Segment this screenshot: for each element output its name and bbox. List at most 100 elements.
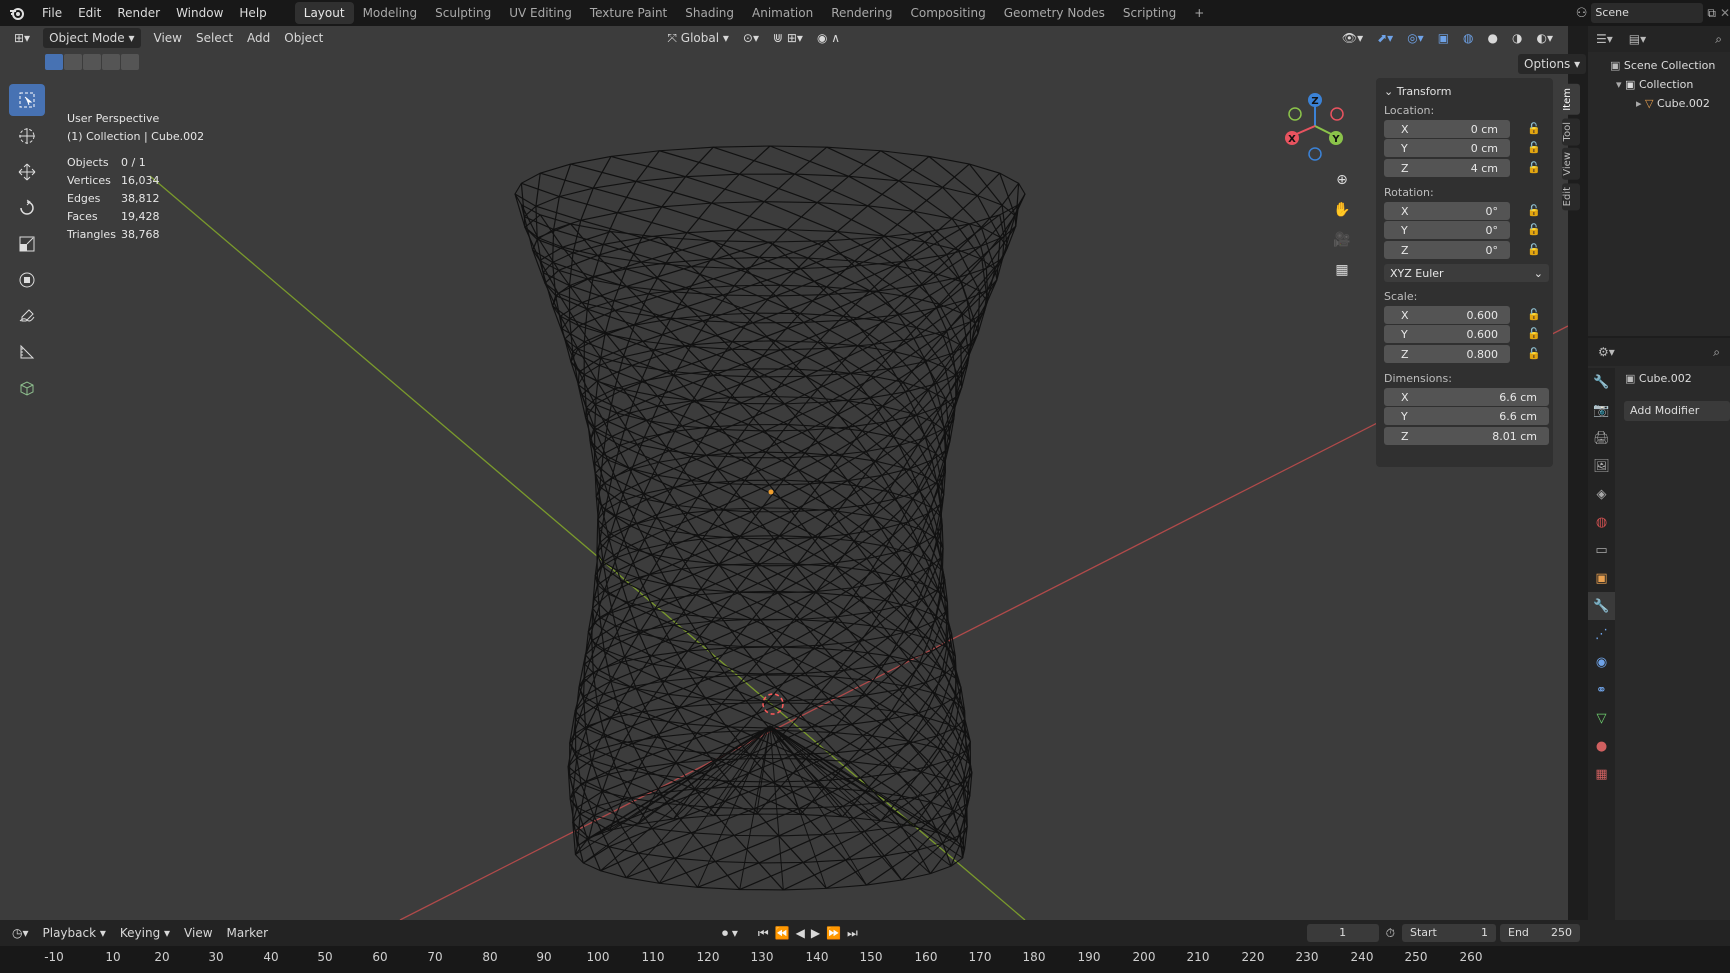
camera-view-icon[interactable]: 🎥	[1330, 228, 1354, 252]
rotation-x-field[interactable]: X 0°	[1384, 202, 1510, 220]
particles-icon[interactable]: ⋰	[1588, 620, 1615, 648]
object-mode-dropdown[interactable]: Object Mode ▾	[43, 28, 141, 48]
frame-ruler[interactable]: -10 10 20 30 40 50 60 70 80 90 100 110 120 130 140 150 1…	[0, 950, 1730, 970]
scene-name-field[interactable]: Scene	[1591, 3, 1704, 23]
scene-properties-icon[interactable]: ◈	[1588, 480, 1615, 508]
jump-end-icon[interactable]: ⏭	[844, 922, 861, 944]
dimensions-x-field[interactable]: X 6.6 cm	[1384, 388, 1549, 406]
select-subtract-icon[interactable]	[83, 54, 101, 70]
cursor-tool-icon[interactable]	[9, 120, 45, 152]
rotation-mode-dropdown[interactable]: XYZ Euler ⌄	[1384, 264, 1549, 282]
ortho-grid-icon[interactable]: ▦	[1330, 258, 1354, 282]
shading-wireframe-icon[interactable]: ◍	[1456, 27, 1480, 49]
tab-texture-paint[interactable]: Texture Paint	[581, 2, 676, 24]
delete-scene-icon[interactable]: ✕	[1720, 6, 1730, 20]
location-z-field[interactable]: Z 4 cm	[1384, 159, 1510, 177]
location-x-field[interactable]: X 0 cm	[1384, 120, 1510, 138]
object-properties-icon[interactable]: ▣	[1588, 564, 1615, 592]
options-dropdown[interactable]: Options ▾	[1518, 54, 1587, 74]
select-invert-icon[interactable]	[102, 54, 120, 70]
tab-compositing[interactable]: Compositing	[901, 2, 994, 24]
visibility-icon[interactable]: 👁▾	[1335, 27, 1370, 49]
lock-icon[interactable]: 🔓	[1527, 243, 1541, 256]
lock-icon[interactable]: 🔓	[1527, 347, 1541, 360]
overlays-icon[interactable]: ◎▾	[1400, 27, 1431, 49]
measure-tool-icon[interactable]	[9, 336, 45, 368]
material-properties-icon[interactable]: ●	[1588, 732, 1615, 760]
search-icon[interactable]: ⌕	[1715, 32, 1722, 47]
editor-type-icon[interactable]: ⊞▾	[0, 27, 37, 49]
lock-icon[interactable]: 🔓	[1527, 327, 1541, 340]
tab-uv-editing[interactable]: UV Editing	[500, 2, 581, 24]
add-modifier-button[interactable]: Add Modifier	[1624, 401, 1730, 421]
tab-geometry-nodes[interactable]: Geometry Nodes	[995, 2, 1114, 24]
tab-modeling[interactable]: Modeling	[354, 2, 427, 24]
move-tool-icon[interactable]	[9, 156, 45, 188]
lock-icon[interactable]: 🔓	[1527, 204, 1541, 217]
gizmo-toggle-icon[interactable]: ⬈▾	[1370, 27, 1400, 49]
properties-editor-icon[interactable]: ⚙▾	[1598, 345, 1615, 359]
output-properties-icon[interactable]: 🖨	[1588, 424, 1615, 452]
3d-viewport[interactable]: ⊞▾ Object Mode ▾ View Select Add Object …	[0, 26, 1587, 920]
outliner-editor-icon[interactable]: ☰▾	[1596, 32, 1613, 46]
proportional-edit-icon[interactable]: ◉ ∧	[810, 27, 847, 49]
view-layer-icon[interactable]: 🖼	[1588, 452, 1615, 480]
end-frame-field[interactable]: End 250	[1500, 924, 1580, 942]
record-icon[interactable]: ⏺ ▾	[715, 922, 745, 944]
collection-properties-icon[interactable]: ▭	[1588, 536, 1615, 564]
constraints-icon[interactable]: ⚭	[1588, 676, 1615, 704]
shading-material-icon[interactable]: ◑	[1505, 27, 1529, 49]
expand-icon[interactable]: ▸	[1636, 97, 1642, 110]
dimensions-y-field[interactable]: Y 6.6 cm	[1384, 407, 1549, 425]
menu-playback[interactable]: Playback ▾	[36, 922, 113, 944]
tab-rendering[interactable]: Rendering	[822, 2, 901, 24]
rotation-z-field[interactable]: Z 0°	[1384, 241, 1510, 259]
shading-rendered-icon[interactable]: ◐▾	[1530, 27, 1561, 49]
pan-hand-icon[interactable]: ✋	[1330, 198, 1354, 222]
outliner-scene-collection[interactable]: ▣ Scene Collection	[1610, 56, 1730, 75]
jump-keyframe-forward-icon[interactable]: ⏩	[823, 922, 844, 944]
start-frame-field[interactable]: Start 1	[1402, 924, 1496, 942]
world-properties-icon[interactable]: ◍	[1588, 508, 1615, 536]
scale-x-field[interactable]: X 0.600	[1384, 306, 1510, 324]
tool-properties-icon[interactable]: 🔧	[1588, 368, 1615, 396]
outliner-collection[interactable]: ▾ ▣ Collection	[1610, 75, 1730, 94]
jump-start-icon[interactable]: ⏮	[755, 922, 772, 944]
scale-tool-icon[interactable]	[9, 228, 45, 260]
scene-selector-icon[interactable]: ⚇	[1576, 6, 1588, 21]
select-box-tool-icon[interactable]	[9, 84, 45, 116]
outliner-object[interactable]: ▸ ▽ Cube.002	[1610, 94, 1730, 113]
add-cube-tool-icon[interactable]	[9, 372, 45, 404]
menu-add[interactable]: Add	[240, 27, 277, 49]
display-mode-icon[interactable]: ▤▾	[1629, 32, 1646, 46]
play-icon[interactable]: ▶	[808, 922, 823, 944]
current-frame-field[interactable]: 1	[1306, 924, 1379, 942]
snap-icon[interactable]: ⋓ ⊞▾	[766, 27, 810, 49]
tab-item[interactable]: Item	[1562, 84, 1580, 115]
shading-solid-icon[interactable]: ●	[1481, 27, 1505, 49]
menu-edit[interactable]: Edit	[70, 0, 109, 26]
texture-properties-icon[interactable]: ▦	[1588, 760, 1615, 788]
zoom-icon[interactable]: ⊕	[1330, 168, 1354, 192]
stopwatch-icon[interactable]: ⏱	[1379, 922, 1402, 944]
dimensions-z-field[interactable]: Z 8.01 cm	[1384, 427, 1549, 445]
transform-header[interactable]: ⌄ Transform	[1384, 85, 1451, 98]
search-icon[interactable]: ⌕	[1713, 345, 1720, 360]
data-properties-icon[interactable]: ▽	[1588, 704, 1615, 732]
physics-icon[interactable]: ◉	[1588, 648, 1615, 676]
tab-scripting[interactable]: Scripting	[1114, 2, 1185, 24]
menu-object[interactable]: Object	[277, 27, 330, 49]
lock-icon[interactable]: 🔓	[1527, 141, 1541, 154]
rotation-y-field[interactable]: Y 0°	[1384, 221, 1510, 239]
tab-layout[interactable]: Layout	[294, 2, 354, 24]
pivot-point-icon[interactable]: ⊙▾	[736, 27, 766, 49]
menu-keying[interactable]: Keying ▾	[113, 922, 177, 944]
scale-z-field[interactable]: Z 0.800	[1384, 345, 1510, 363]
tab-sculpting[interactable]: Sculpting	[426, 2, 500, 24]
menu-render[interactable]: Render	[109, 0, 168, 26]
select-intersect-icon[interactable]	[121, 54, 139, 70]
menu-view[interactable]: View	[177, 922, 219, 944]
menu-marker[interactable]: Marker	[220, 922, 275, 944]
modifier-properties-icon[interactable]: 🔧	[1588, 592, 1615, 620]
play-reverse-icon[interactable]: ◀	[793, 922, 808, 944]
